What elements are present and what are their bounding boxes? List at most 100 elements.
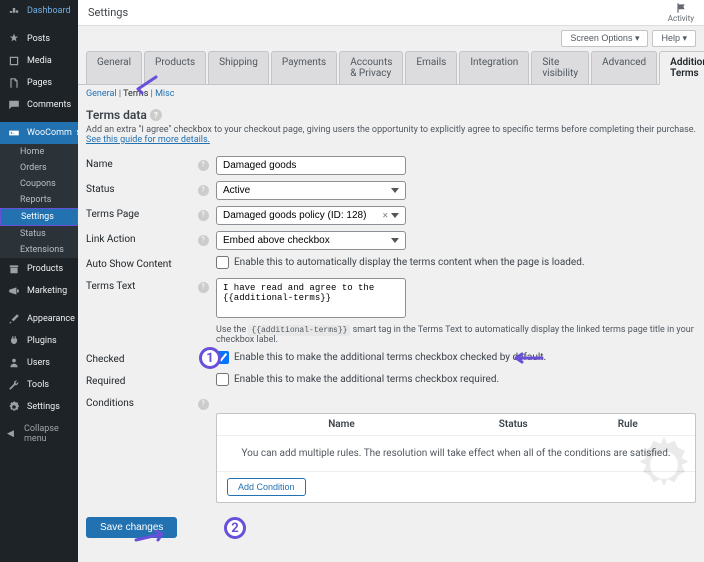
required-text: Enable this to make the additional terms… xyxy=(234,374,499,385)
name-label: Name xyxy=(86,156,196,170)
menu-appearance[interactable]: Appearance xyxy=(0,308,78,330)
help-tip-icon[interactable]: ? xyxy=(198,235,209,246)
menu-posts[interactable]: Posts xyxy=(0,28,78,50)
tab-integration[interactable]: Integration xyxy=(459,51,529,84)
help-tip-icon[interactable]: ? xyxy=(198,160,209,171)
menu-label: Marketing xyxy=(27,286,67,296)
guide-link[interactable]: See this guide for more details. xyxy=(86,135,210,145)
submenu-home[interactable]: Home xyxy=(0,144,78,160)
terms-text-textarea[interactable]: I have read and agree to the {{additiona… xyxy=(216,278,406,318)
menu-dashboard[interactable]: Dashboard xyxy=(0,0,78,22)
collapse-icon: ◀ xyxy=(7,429,18,439)
menu-settings[interactable]: Settings xyxy=(0,396,78,418)
submenu-coupons[interactable]: Coupons xyxy=(0,176,78,192)
screen-options-button[interactable]: Screen Options ▾ xyxy=(561,30,648,47)
main-content: Settings Activity Screen Options ▾ Help … xyxy=(78,0,704,562)
plug-icon xyxy=(7,334,21,348)
status-select[interactable]: Active xyxy=(216,181,406,200)
help-tip-icon[interactable]: ? xyxy=(198,282,209,293)
checked-label: Checked xyxy=(86,351,196,365)
clear-icon[interactable]: × xyxy=(383,210,388,221)
checked-text: Enable this to make the additional terms… xyxy=(234,352,546,363)
submenu-orders[interactable]: Orders xyxy=(0,160,78,176)
submenu-extensions[interactable]: Extensions xyxy=(0,242,78,258)
annotation-marker-2: 2 xyxy=(224,517,246,539)
menu-media[interactable]: Media xyxy=(0,50,78,72)
user-icon xyxy=(7,356,21,370)
menu-plugins[interactable]: Plugins xyxy=(0,330,78,352)
breadcrumb-general[interactable]: General xyxy=(86,89,117,99)
add-condition-button[interactable]: Add Condition xyxy=(227,478,306,496)
activity-button[interactable]: Activity xyxy=(668,2,694,23)
menu-label: Products xyxy=(27,264,63,274)
terms-text-label: Terms Text xyxy=(86,278,196,292)
cond-col-status: Status xyxy=(456,419,571,430)
menu-label: Settings xyxy=(27,402,60,412)
name-input[interactable] xyxy=(216,156,406,175)
tab-emails[interactable]: Emails xyxy=(405,51,457,84)
menu-comments[interactable]: Comments xyxy=(0,94,78,116)
help-tip-icon[interactable]: ? xyxy=(150,109,162,121)
tab-additional-terms[interactable]: Additional Terms xyxy=(659,51,704,85)
terms-text-hint: Use the {{additional-terms}} smart tag i… xyxy=(216,321,696,345)
menu-tools[interactable]: Tools xyxy=(0,374,78,396)
menu-label: Plugins xyxy=(27,336,57,346)
tab-advanced[interactable]: Advanced xyxy=(591,51,657,84)
menu-woocommerce[interactable]: WooCommerce xyxy=(0,122,78,144)
menu-label: Users xyxy=(27,358,50,368)
conditions-message: You can add multiple rules. The resoluti… xyxy=(217,436,695,471)
breadcrumb: General | Terms | Misc xyxy=(78,85,704,103)
wrench-icon xyxy=(7,378,21,392)
dashboard-icon xyxy=(7,4,21,18)
menu-label: Comments xyxy=(27,100,71,110)
collapse-label: Collapse menu xyxy=(24,424,71,444)
section-title: Terms data? xyxy=(78,103,704,125)
annotation-arrow xyxy=(132,75,158,95)
brush-icon xyxy=(7,312,21,326)
flag-icon xyxy=(675,2,687,14)
auto-show-text: Enable this to automatically display the… xyxy=(234,257,585,268)
tab-accounts[interactable]: Accounts & Privacy xyxy=(339,51,403,84)
gear-bg-icon xyxy=(629,430,699,500)
page-icon xyxy=(7,76,21,90)
submenu-status[interactable]: Status xyxy=(0,226,78,242)
menu-marketing[interactable]: Marketing xyxy=(0,280,78,302)
help-tip-icon[interactable]: ? xyxy=(198,399,209,410)
menu-label: Posts xyxy=(27,34,50,44)
archive-icon xyxy=(7,262,21,276)
help-controls: Screen Options ▾ Help ▾ xyxy=(78,26,704,51)
terms-page-select[interactable]: Damaged goods policy (ID: 128) xyxy=(216,206,406,225)
gear-icon xyxy=(7,400,21,414)
annotation-arrow xyxy=(512,352,544,364)
menu-label: Appearance xyxy=(27,314,75,324)
auto-show-label: Auto Show Content xyxy=(86,256,196,270)
page-title: Settings xyxy=(88,6,128,19)
terms-page-label: Terms Page xyxy=(86,206,196,220)
menu-users[interactable]: Users xyxy=(0,352,78,374)
pin-icon xyxy=(7,32,21,46)
menu-products[interactable]: Products xyxy=(0,258,78,280)
link-action-select[interactable]: Embed above checkbox xyxy=(216,231,406,250)
submenu-settings[interactable]: Settings xyxy=(0,208,78,226)
activity-label: Activity xyxy=(668,14,694,23)
woo-icon xyxy=(7,126,21,140)
auto-show-checkbox[interactable] xyxy=(216,256,229,269)
menu-label: Pages xyxy=(27,78,52,88)
tab-site-visibility[interactable]: Site visibility xyxy=(531,51,589,84)
required-checkbox[interactable] xyxy=(216,373,229,386)
status-label: Status xyxy=(86,181,196,195)
woo-submenu: Home Orders Coupons Reports Settings Sta… xyxy=(0,144,78,258)
help-button[interactable]: Help ▾ xyxy=(652,30,696,47)
help-tip-icon[interactable]: ? xyxy=(198,210,209,221)
tab-shipping[interactable]: Shipping xyxy=(208,51,269,84)
annotation-arrow xyxy=(134,530,166,544)
required-label: Required xyxy=(86,373,196,387)
tab-payments[interactable]: Payments xyxy=(271,51,337,84)
submenu-reports[interactable]: Reports xyxy=(0,192,78,208)
menu-pages[interactable]: Pages xyxy=(0,72,78,94)
topbar: Settings Activity xyxy=(78,0,704,26)
menu-label: Dashboard xyxy=(27,6,71,16)
help-tip-icon[interactable]: ? xyxy=(198,185,209,196)
collapse-menu[interactable]: ◀ Collapse menu xyxy=(0,418,78,450)
menu-label: Tools xyxy=(27,380,49,390)
